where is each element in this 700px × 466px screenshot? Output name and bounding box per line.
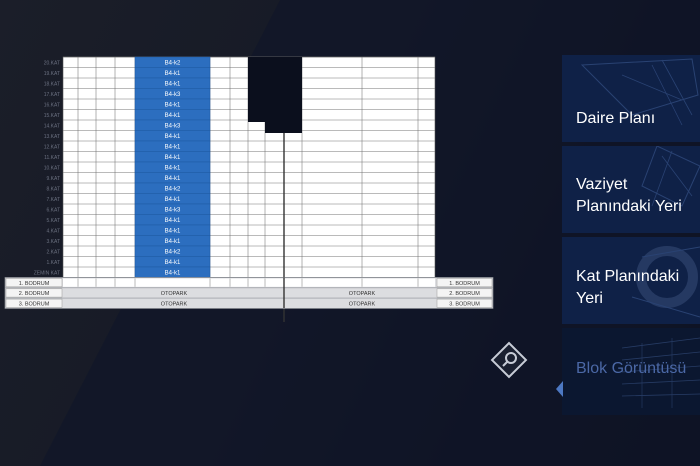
unit-label: B4-k1 bbox=[165, 113, 181, 119]
basement-label: 1. BODRUM bbox=[19, 281, 50, 287]
parking-label: OTOPARK bbox=[349, 291, 376, 297]
basement-label: 2. BODRUM bbox=[449, 291, 480, 297]
basement-label: 2. BODRUM bbox=[19, 291, 50, 297]
unit-label: B4-k2 bbox=[165, 250, 181, 256]
menu-label: Blok Görüntüsü bbox=[576, 360, 687, 377]
unit-label: B4-k2 bbox=[165, 187, 181, 193]
floor-label: 10.KAT bbox=[44, 166, 60, 172]
unit-label: B4-k1 bbox=[165, 218, 181, 224]
floor-label: 11.KAT bbox=[44, 155, 60, 161]
floor-label: 13.KAT bbox=[44, 134, 60, 140]
floor-label: 12.KAT bbox=[44, 145, 60, 151]
floor-label: 19.KAT bbox=[44, 71, 60, 77]
unit-label: B4-k1 bbox=[165, 103, 181, 109]
parking-label: OTOPARK bbox=[161, 291, 188, 297]
unit-label: B4-k1 bbox=[165, 166, 181, 172]
block-elevation-drawing: 20.KAT 19.KAT 18.KAT 17.KAT 16.KAT 15.KAT 14.K… bbox=[4, 56, 494, 322]
ground-strip bbox=[63, 278, 435, 287]
unit-label: B4-k3 bbox=[165, 208, 181, 214]
floor-label: 15.KAT bbox=[44, 113, 60, 119]
menu-label: Vaziyet Planındaki Yeri bbox=[576, 176, 682, 215]
menu-label: Daire Planı bbox=[576, 110, 656, 127]
unit-label: B4-k3 bbox=[165, 124, 181, 130]
floor-label: 14.KAT bbox=[44, 124, 60, 130]
basement-label: 3. BODRUM bbox=[19, 301, 50, 307]
menu-vaziyet-plani[interactable]: Vaziyet Planındaki Yeri bbox=[562, 146, 700, 233]
floor-label: 6.KAT bbox=[46, 208, 60, 214]
unit-label: B4-k1 bbox=[165, 197, 181, 203]
floor-label: ZEMIN KAT bbox=[34, 271, 60, 277]
floor-label: 1.KAT bbox=[46, 260, 60, 266]
floor-label: 3.KAT bbox=[46, 239, 60, 245]
menu-kat-plani[interactable]: Kat Planındaki Yeri bbox=[562, 237, 700, 324]
unit-label: B4-k1 bbox=[165, 145, 181, 151]
zoom-button[interactable] bbox=[490, 341, 528, 379]
unit-label: B4-k1 bbox=[165, 71, 181, 77]
search-icon bbox=[490, 341, 528, 379]
unit-label: B4-k1 bbox=[165, 176, 181, 182]
basement-label: 1. BODRUM bbox=[449, 281, 480, 287]
basement-label: 3. BODRUM bbox=[449, 301, 480, 307]
floor-label: 2.KAT bbox=[46, 250, 60, 256]
unit-label: B4-k1 bbox=[165, 155, 181, 161]
floor-label: 17.KAT bbox=[44, 92, 60, 98]
parking-label: OTOPARK bbox=[349, 301, 376, 307]
floor-label: 18.KAT bbox=[44, 82, 60, 88]
unit-label: B4-k1 bbox=[165, 239, 181, 245]
facade-notch bbox=[248, 57, 302, 133]
menu-blok-goruntusu[interactable]: Blok Görüntüsü bbox=[562, 328, 700, 415]
menu-daire-plani[interactable]: Daire Planı bbox=[562, 55, 700, 142]
floor-label: 4.KAT bbox=[46, 229, 60, 235]
caret-left-icon bbox=[556, 381, 563, 397]
floor-label: 20.KAT bbox=[44, 61, 60, 67]
floor-label: 7.KAT bbox=[46, 197, 60, 203]
unit-label: B4-k1 bbox=[165, 271, 181, 277]
floor-label: 9.KAT bbox=[46, 176, 60, 182]
unit-label: B4-k1 bbox=[165, 229, 181, 235]
parking-label: OTOPARK bbox=[161, 301, 188, 307]
unit-label: B4-k1 bbox=[165, 260, 181, 266]
unit-label: B4-k1 bbox=[165, 82, 181, 88]
unit-label: B4-k3 bbox=[165, 92, 181, 98]
unit-label: B4-k2 bbox=[165, 61, 181, 67]
floor-label: 8.KAT bbox=[46, 187, 60, 193]
floor-label: 5.KAT bbox=[46, 218, 60, 224]
floor-label: 16.KAT bbox=[44, 103, 60, 109]
unit-label: B4-k1 bbox=[165, 134, 181, 140]
block-elevation: 20.KAT 19.KAT 18.KAT 17.KAT 16.KAT 15.KAT 14.K… bbox=[0, 0, 560, 340]
menu-label: Kat Planındaki Yeri bbox=[576, 268, 680, 307]
